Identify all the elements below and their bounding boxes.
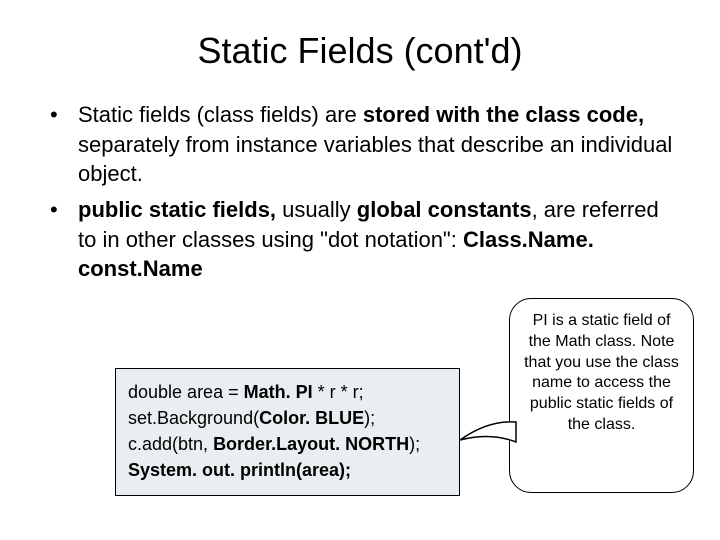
- code-text: );: [409, 434, 420, 454]
- code-example-box: double area = Math. PI * r * r; set.Back…: [115, 368, 460, 496]
- code-bold: System. out. println(area);: [128, 460, 351, 480]
- code-text: set.Background(: [128, 408, 259, 428]
- code-text: );: [364, 408, 375, 428]
- code-bold: Math. PI: [244, 382, 313, 402]
- code-bold: Border.Layout. NORTH: [213, 434, 409, 454]
- slide-title: Static Fields (cont'd): [40, 30, 680, 72]
- bullet-item: public static fields, usually global con…: [40, 195, 680, 284]
- bullet-text: usually: [276, 197, 357, 222]
- code-line: set.Background(Color. BLUE);: [128, 405, 447, 431]
- bullet-text: separately from instance variables that …: [78, 132, 672, 187]
- bullet-item: Static fields (class fields) are stored …: [40, 100, 680, 189]
- code-text: double area =: [128, 382, 244, 402]
- bullet-bold: global constants: [357, 197, 532, 222]
- code-line: c.add(btn, Border.Layout. NORTH);: [128, 431, 447, 457]
- bullet-bold: public static fields,: [78, 197, 276, 222]
- bullet-text: Static fields (class fields) are: [78, 102, 363, 127]
- callout-text: PI is a static field of the Math class. …: [524, 312, 679, 433]
- code-text: * r * r;: [313, 382, 364, 402]
- callout: PI is a static field of the Math class. …: [494, 298, 694, 508]
- code-bold: Color. BLUE: [259, 408, 364, 428]
- callout-tail-icon: [458, 418, 518, 448]
- code-line: System. out. println(area);: [128, 457, 447, 483]
- code-line: double area = Math. PI * r * r;: [128, 379, 447, 405]
- bullet-list: Static fields (class fields) are stored …: [40, 100, 680, 284]
- callout-body: PI is a static field of the Math class. …: [509, 298, 694, 493]
- code-text: c.add(btn,: [128, 434, 213, 454]
- bullet-bold: stored with the class code,: [363, 102, 644, 127]
